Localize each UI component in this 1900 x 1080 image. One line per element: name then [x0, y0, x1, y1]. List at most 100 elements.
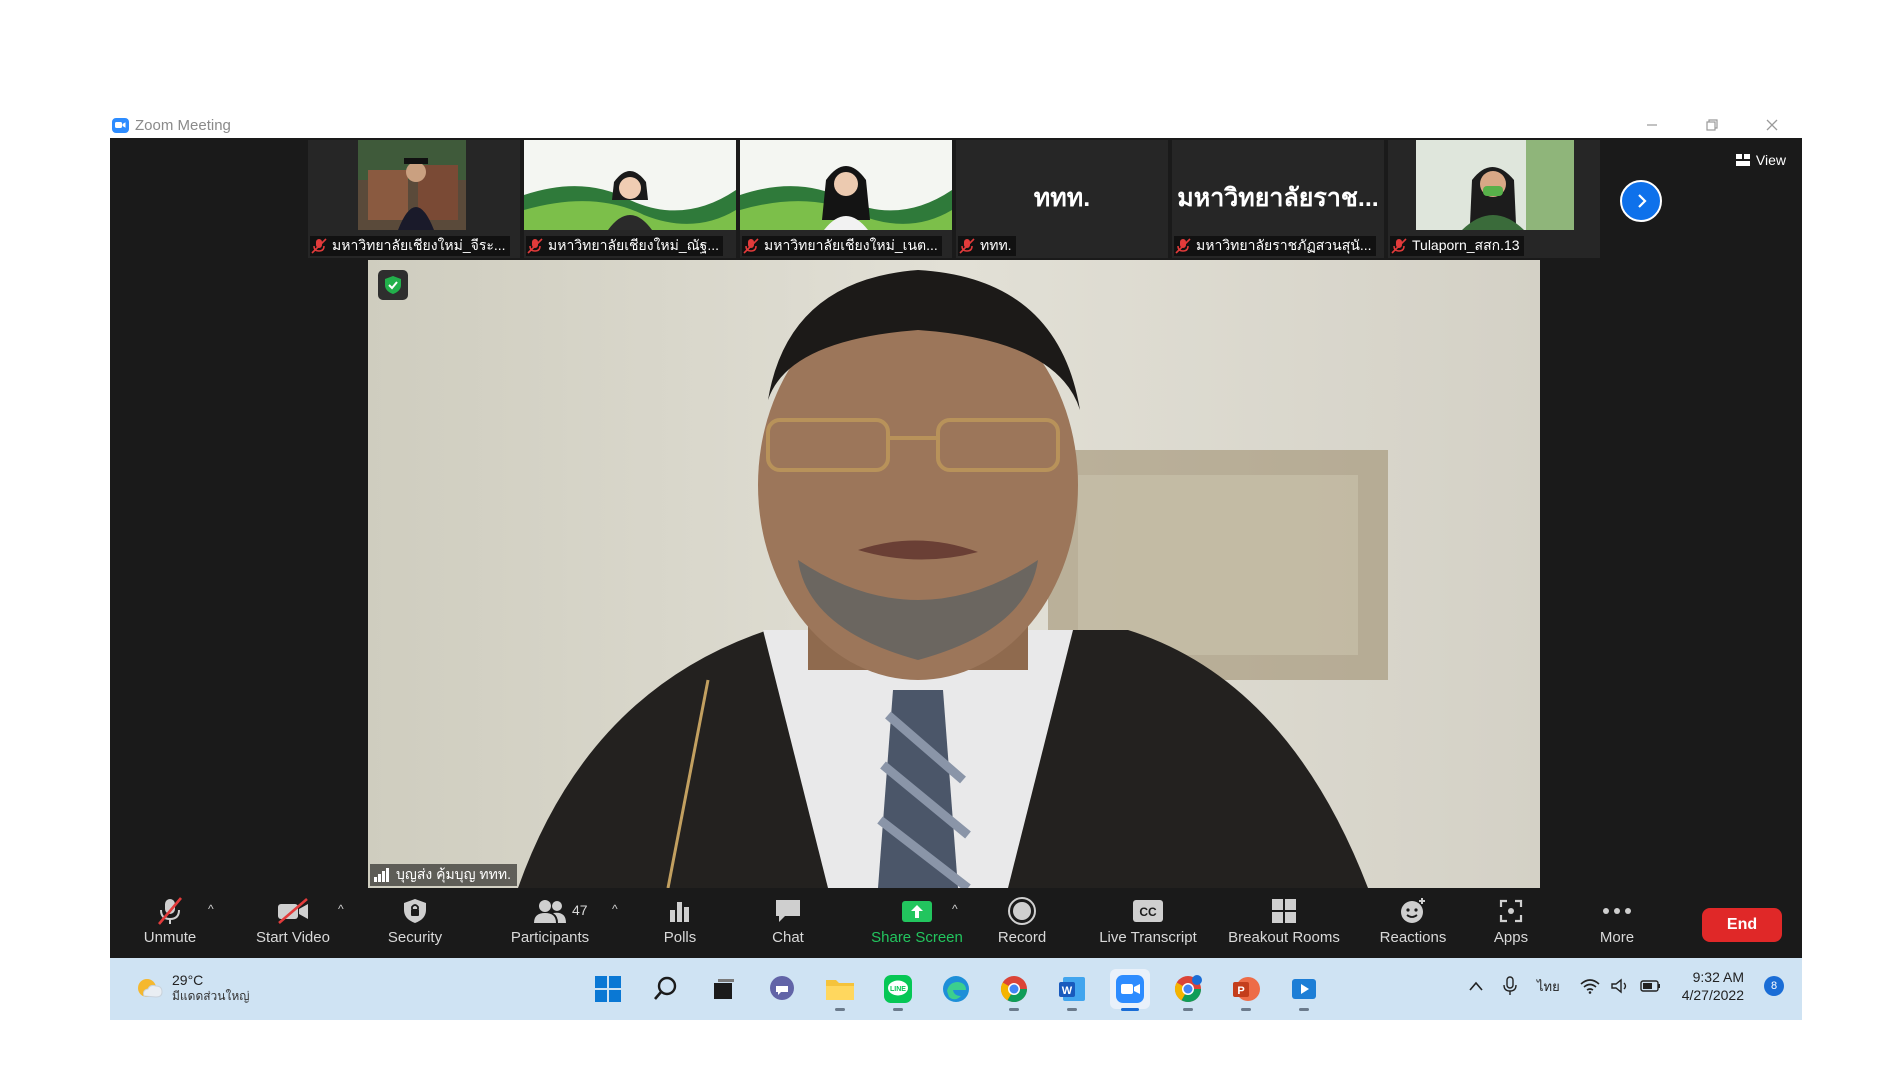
participant-tile[interactable]: มหาวิทยาลัยราช... มหาวิทยาลัยราชภัฏสวนสุ… [1172, 140, 1384, 258]
muted-mic-icon [311, 238, 327, 254]
network-volume-battery[interactable] [1580, 978, 1662, 994]
svg-text:P: P [1237, 985, 1244, 997]
reactions-button[interactable]: Reactions [1366, 894, 1460, 954]
zoom-icon[interactable] [1110, 969, 1150, 1011]
partly-sunny-icon [138, 979, 163, 998]
close-button[interactable] [1742, 112, 1802, 138]
participant-tile[interactable]: มหาวิทยาลัยเชียงใหม่_จีระ... [308, 140, 520, 258]
share-options-chevron-icon[interactable]: ^ [952, 902, 958, 916]
end-meeting-button[interactable]: End [1702, 908, 1782, 942]
participants-count: 47 [572, 902, 588, 918]
audio-options-chevron-icon[interactable]: ^ [208, 902, 214, 916]
window-titlebar: Zoom Meeting [110, 112, 1802, 138]
close-icon [1766, 119, 1778, 131]
weather-widget[interactable]: 29°C มีแดดส่วนใหญ่ [134, 972, 250, 1004]
participant-video [524, 140, 736, 230]
muted-mic-icon [527, 238, 543, 254]
window-title: Zoom Meeting [135, 116, 231, 134]
muted-mic-icon [959, 238, 975, 254]
wifi-icon [1580, 979, 1600, 994]
muted-mic-icon [155, 894, 185, 928]
active-speaker-video: บุญส่ง คุ้มบุญ ททท. [368, 260, 1540, 888]
participant-strip: มหาวิทยาลัยเชียงใหม่_จีระ... มหาวิทยาลัย… [308, 140, 1600, 258]
participant-name-label: ททท. [958, 236, 1016, 256]
participant-name-label: มหาวิทยาลัยเชียงใหม่_จีระ... [310, 236, 510, 256]
participant-tile[interactable]: ททท. ททท. [956, 140, 1168, 258]
apps-button[interactable]: Apps [1484, 894, 1538, 954]
more-button[interactable]: More [1590, 894, 1644, 954]
encryption-shield-icon[interactable] [378, 270, 408, 300]
chevron-right-icon [1638, 194, 1647, 208]
minimize-icon [1647, 124, 1657, 126]
notification-count-badge[interactable]: 8 [1764, 976, 1784, 996]
apps-icon [1497, 894, 1525, 928]
polls-button[interactable]: Polls [652, 894, 708, 954]
minimize-button[interactable] [1622, 112, 1682, 138]
muted-mic-icon [1391, 238, 1407, 254]
record-button[interactable]: Record [988, 894, 1056, 954]
taskbar-apps: LINE W P [588, 969, 1324, 1011]
video-options-chevron-icon[interactable]: ^ [338, 902, 344, 916]
teams-chat-icon[interactable] [762, 969, 802, 1009]
system-clock[interactable]: 9:32 AM 4/27/2022 [1682, 968, 1744, 1004]
share-screen-icon [900, 894, 934, 928]
closed-caption-icon: CC [1132, 894, 1164, 928]
word-icon[interactable]: W [1052, 969, 1092, 1011]
meeting-area: มหาวิทยาลัยเชียงใหม่_จีระ... มหาวิทยาลัย… [110, 138, 1802, 958]
chrome-profile-icon[interactable] [1168, 969, 1208, 1011]
security-shield-icon [402, 894, 428, 928]
muted-mic-icon [1175, 238, 1191, 254]
meeting-toolbar: Unmute ^ Start Video ^ Security Particip… [110, 890, 1802, 958]
start-video-button[interactable]: Start Video [248, 894, 338, 954]
muted-mic-icon [743, 238, 759, 254]
participant-tile[interactable]: มหาวิทยาลัยเชียงใหม่_ณัฐ... [524, 140, 736, 258]
security-button[interactable]: Security [378, 894, 452, 954]
breakout-rooms-button[interactable]: Breakout Rooms [1214, 894, 1354, 954]
participant-name-label: มหาวิทยาลัยเชียงใหม่_ณัฐ... [526, 236, 724, 256]
signal-strength-icon [374, 868, 389, 882]
participant-tile[interactable]: มหาวิทยาลัยเชียงใหม่_เนต... [740, 140, 952, 258]
participant-tile[interactable]: Tulaporn_สสก.13 [1388, 140, 1600, 258]
search-icon[interactable] [646, 969, 686, 1009]
edge-icon[interactable] [936, 969, 976, 1009]
powerpoint-icon[interactable]: P [1226, 969, 1266, 1011]
participant-name-label: Tulaporn_สสก.13 [1390, 236, 1524, 256]
file-explorer-icon[interactable] [820, 969, 860, 1011]
task-view-icon[interactable] [704, 969, 744, 1009]
video-off-icon [276, 894, 310, 928]
breakout-rooms-icon [1270, 894, 1298, 928]
live-transcript-button[interactable]: CC Live Transcript [1090, 894, 1206, 954]
participant-name-label: มหาวิทยาลัยเชียงใหม่_เนต... [742, 236, 942, 256]
participant-video [740, 140, 952, 230]
next-page-button[interactable] [1620, 180, 1662, 222]
svg-text:W: W [1062, 985, 1073, 997]
unmute-button[interactable]: Unmute [138, 894, 202, 954]
participant-video [358, 140, 466, 230]
more-dots-icon [1602, 894, 1632, 928]
language-indicator[interactable]: ไทย [1537, 976, 1560, 997]
zoom-logo-icon [112, 117, 129, 133]
reactions-smiley-icon [1398, 894, 1428, 928]
speaker-video-frame [368, 260, 1540, 888]
chat-bubble-icon [773, 894, 803, 928]
svg-text:CC: CC [1139, 905, 1157, 919]
show-hidden-icons-chevron-icon[interactable] [1469, 981, 1483, 991]
restore-button[interactable] [1682, 112, 1742, 138]
line-icon[interactable]: LINE [878, 969, 918, 1011]
volume-icon [1611, 978, 1626, 994]
chrome-icon[interactable] [994, 969, 1034, 1011]
microphone-icon[interactable] [1503, 976, 1517, 996]
participant-name-label: มหาวิทยาลัยราชภัฏสวนสุนั... [1174, 236, 1376, 256]
windows-start-icon[interactable] [588, 969, 628, 1009]
participant-video [1416, 140, 1574, 230]
system-tray: ไทย 9:32 AM 4/27/2022 8 [1469, 968, 1784, 1004]
battery-icon [1640, 980, 1660, 992]
chat-button[interactable]: Chat [760, 894, 816, 954]
participants-options-chevron-icon[interactable]: ^ [612, 902, 618, 916]
view-button[interactable]: View [1735, 152, 1786, 168]
speaker-name-label: บุญส่ง คุ้มบุญ ททท. [370, 864, 517, 886]
participant-display-name: มหาวิทยาลัยราช... [1177, 184, 1379, 212]
record-icon [1007, 894, 1037, 928]
participant-display-name: ททท. [1033, 184, 1091, 212]
media-player-icon[interactable] [1284, 969, 1324, 1011]
